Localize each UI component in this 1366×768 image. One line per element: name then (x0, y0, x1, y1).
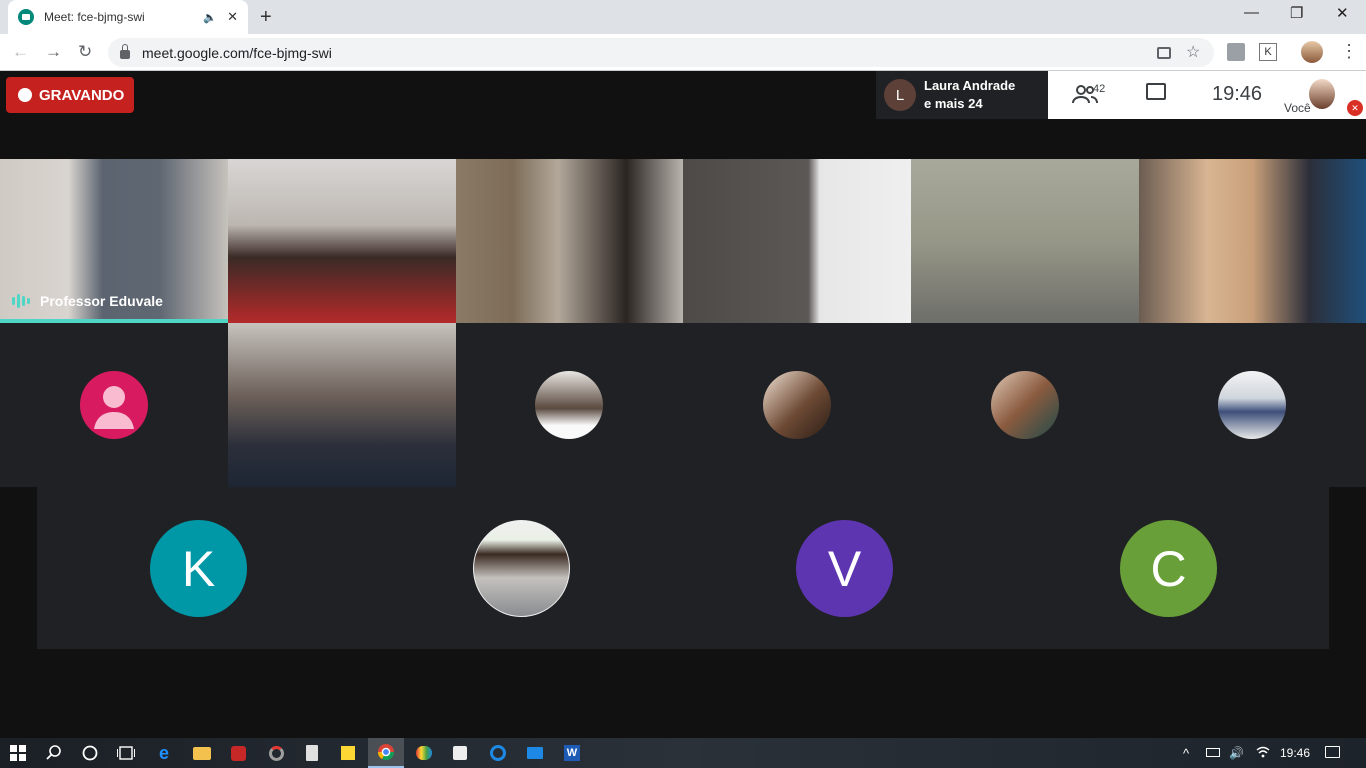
profile-photo-avatar (763, 371, 831, 439)
participant-video (228, 323, 456, 487)
speaker-name: Professor Eduvale (40, 293, 163, 309)
avatar-tile[interactable] (0, 323, 228, 487)
chrome-icon[interactable] (368, 738, 404, 768)
profile-photo-avatar (1218, 371, 1286, 439)
recording-label: GRAVANDO (39, 86, 125, 104)
windows-taskbar: e W ^ 🔊 19:46 (0, 738, 1366, 768)
address-bar[interactable]: meet.google.com/fce-bjmg-swi ☆ (108, 38, 1214, 67)
lock-icon[interactable] (120, 43, 130, 59)
presenter-names: Laura Andrade e mais 24 (924, 77, 1015, 113)
mail-icon[interactable] (517, 738, 553, 768)
word-icon[interactable]: W (554, 738, 590, 768)
forward-button[interactable]: → (45, 42, 62, 62)
avatar-tile[interactable] (683, 323, 911, 487)
meet-favicon-icon (18, 9, 34, 25)
profile-photo-avatar[interactable] (473, 520, 570, 617)
participant-video (1139, 159, 1366, 323)
speaking-indicator-icon (12, 294, 30, 308)
tab-title: Meet: fce-bjmg-swi (44, 10, 145, 24)
edge-icon[interactable]: e (146, 738, 182, 768)
speaker-label: Professor Eduvale (12, 293, 163, 309)
avatar-tile[interactable] (456, 323, 683, 487)
video-tile-speaker[interactable]: Professor Eduvale (0, 159, 228, 323)
search-icon[interactable] (36, 738, 72, 768)
letter-avatar-c[interactable]: C (1120, 520, 1217, 617)
tray-overflow-icon[interactable]: ^ (1183, 746, 1189, 761)
meet-top-controls: 42 19:46 Você ✕ (1048, 71, 1366, 119)
browser-menu-icon[interactable]: ⋮ (1340, 41, 1358, 62)
calculator-icon[interactable] (294, 738, 330, 768)
browser-tab-meet[interactable]: Meet: fce-bjmg-swi 🔈 ✕ (8, 0, 248, 34)
profile-photo-avatar (535, 371, 603, 439)
self-avatar[interactable] (1309, 79, 1335, 109)
browser-toolbar: ← → ↻ meet.google.com/fce-bjmg-swi ☆ K (0, 34, 1366, 71)
you-label: Você (1284, 101, 1311, 115)
default-avatar-icon (80, 371, 148, 439)
tab-audio-icon[interactable]: 🔈 (203, 11, 217, 24)
sticky-notes-icon[interactable] (330, 738, 366, 768)
mic-off-icon: ✕ (1347, 100, 1363, 116)
browser-profile-avatar[interactable] (1301, 41, 1323, 63)
taskbar-clock[interactable]: 19:46 (1280, 746, 1310, 760)
close-window-button[interactable]: ✕ (1336, 4, 1349, 22)
participant-video (456, 159, 683, 323)
video-tile[interactable] (228, 159, 456, 323)
bookmark-star-icon[interactable]: ☆ (1186, 42, 1200, 62)
chat-icon[interactable] (1146, 83, 1166, 100)
file-explorer-icon[interactable] (184, 738, 220, 768)
windows-start-icon[interactable] (0, 738, 36, 768)
presenter-line-1: Laura Andrade (924, 78, 1016, 93)
extension-k-icon[interactable]: K (1259, 43, 1277, 61)
back-button[interactable]: ← (12, 42, 29, 62)
presenter-line-2: e mais 24 (924, 96, 983, 111)
browser-icon[interactable] (480, 738, 516, 768)
video-tile[interactable] (228, 323, 456, 487)
video-tile[interactable] (1139, 159, 1366, 323)
participant-video (911, 159, 1139, 323)
restore-button[interactable]: ❐ (1290, 4, 1303, 22)
recording-badge: GRAVANDO (6, 77, 134, 113)
url-text[interactable]: meet.google.com/fce-bjmg-swi (142, 45, 332, 61)
participants-strip: K V C (37, 487, 1329, 649)
participant-video (228, 159, 456, 323)
browser-tab-strip: Meet: fce-bjmg-swi 🔈 ✕ + — ❐ ✕ (0, 0, 1366, 34)
meeting-clock: 19:46 (1212, 83, 1263, 105)
new-tab-button[interactable]: + (260, 6, 272, 29)
volume-icon[interactable]: 🔊 (1229, 746, 1244, 760)
avatar-tile[interactable] (1139, 323, 1366, 487)
extension-flag-icon[interactable] (1227, 43, 1245, 61)
video-tile[interactable] (911, 159, 1139, 323)
participant-count: 42 (1093, 83, 1106, 95)
letter-avatar-k[interactable]: K (150, 520, 247, 617)
reload-button[interactable]: ↻ (78, 42, 92, 62)
power-app-icon[interactable] (220, 738, 256, 768)
paint-icon[interactable] (406, 738, 442, 768)
battery-icon[interactable] (1206, 746, 1220, 760)
video-tile[interactable] (683, 159, 911, 323)
video-tile[interactable] (456, 159, 683, 323)
avatar-tile[interactable] (911, 323, 1139, 487)
store-icon[interactable] (442, 738, 478, 768)
participant-video (683, 159, 911, 323)
minimize-button[interactable]: — (1244, 4, 1259, 21)
wifi-icon[interactable] (1256, 746, 1270, 761)
presenter-avatar: L (884, 79, 916, 111)
profile-photo-avatar (991, 371, 1059, 439)
recording-dot-icon (18, 88, 32, 102)
action-center-icon[interactable] (1325, 746, 1340, 761)
app-icon[interactable] (258, 738, 294, 768)
task-view-icon[interactable] (108, 738, 144, 768)
presenter-chip[interactable]: L Laura Andrade e mais 24 (876, 71, 1048, 119)
camera-blocked-icon[interactable] (1157, 47, 1171, 59)
tab-close-icon[interactable]: ✕ (227, 9, 238, 25)
letter-avatar-v[interactable]: V (796, 520, 893, 617)
cortana-icon[interactable] (72, 738, 108, 768)
